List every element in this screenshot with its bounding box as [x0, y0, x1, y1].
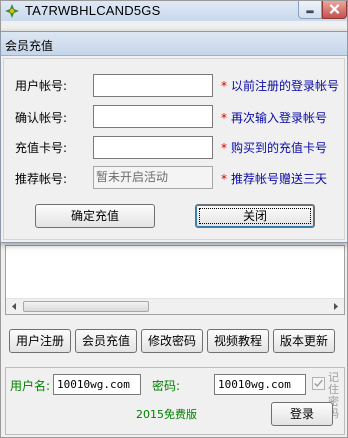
close-icon	[329, 4, 340, 14]
version-update-button[interactable]: 版本更新	[273, 329, 335, 353]
app-icon	[5, 4, 19, 18]
dialog-close-button[interactable]: 关闭	[195, 204, 315, 228]
edition-label: 2015免费版	[136, 408, 197, 421]
video-tutorial-button[interactable]: 视频教程	[207, 329, 269, 353]
remember-password-checkbox[interactable]	[312, 377, 325, 390]
member-recharge-dialog: 会员充值 用户帐号: * 以前注册的登录帐号 确认帐号: * 再次输入登录帐号 充值…	[0, 31, 348, 243]
checkmark-icon	[314, 379, 323, 388]
referrer-hint-text: 推荐帐号赠送三天	[231, 172, 328, 186]
password-label: 密码:	[152, 379, 181, 393]
main-window-title: TA7RWBHLCAND5GS	[25, 3, 161, 18]
dialog-title: 会员充值	[5, 39, 54, 53]
password-field[interactable]: 10010wg.com	[214, 374, 306, 395]
referrer-hint: * 推荐帐号赠送三天	[221, 170, 327, 187]
required-mark: *	[221, 172, 227, 186]
confirm-account-label: 确认帐号:	[15, 111, 68, 125]
content-list[interactable]	[5, 245, 345, 315]
username-label: 用户名:	[10, 379, 51, 393]
account-input[interactable]	[93, 74, 213, 97]
confirm-account-hint: * 再次输入登录帐号	[221, 109, 327, 126]
login-panel: 用户名: 10010wg.com 密码: 10010wg.com 记住密码 20…	[5, 367, 345, 435]
account-hint-text: 以前注册的登录帐号	[231, 79, 340, 93]
focus-ring	[199, 208, 311, 224]
required-mark: *	[221, 141, 227, 155]
card-number-input[interactable]	[93, 136, 213, 159]
confirm-account-input[interactable]	[93, 105, 213, 128]
member-recharge-button[interactable]: 会员充值	[75, 329, 137, 353]
minimize-button[interactable]	[298, 1, 322, 19]
card-number-hint: * 购买到的充值卡号	[221, 139, 327, 156]
referrer-input: 暂未开启活动	[93, 166, 213, 189]
username-field[interactable]: 10010wg.com	[53, 374, 141, 395]
window-close-button[interactable]	[322, 1, 347, 19]
card-number-label: 充值卡号:	[15, 141, 68, 155]
scroll-right-icon[interactable]	[328, 299, 344, 314]
change-password-button[interactable]: 修改密码	[141, 329, 203, 353]
horizontal-scrollbar[interactable]	[6, 298, 344, 314]
card-number-hint-text: 购买到的充值卡号	[231, 141, 328, 155]
login-button[interactable]: 登录	[271, 402, 333, 426]
dialog-titlebar[interactable]: 会员充值	[1, 32, 347, 56]
confirm-account-hint-text: 再次输入登录帐号	[231, 111, 328, 125]
register-button[interactable]: 用户注册	[9, 329, 71, 353]
scroll-left-icon[interactable]	[6, 299, 22, 314]
confirm-recharge-button[interactable]: 确定充值	[35, 204, 155, 228]
required-mark: *	[221, 79, 227, 93]
referrer-label: 推荐帐号:	[15, 172, 68, 186]
main-titlebar: TA7RWBHLCAND5GS	[1, 1, 347, 21]
scrollbar-thumb[interactable]	[23, 301, 149, 312]
minimize-icon	[306, 10, 314, 14]
required-mark: *	[221, 111, 227, 125]
account-hint: * 以前注册的登录帐号	[221, 77, 339, 94]
account-label: 用户帐号:	[15, 79, 68, 93]
